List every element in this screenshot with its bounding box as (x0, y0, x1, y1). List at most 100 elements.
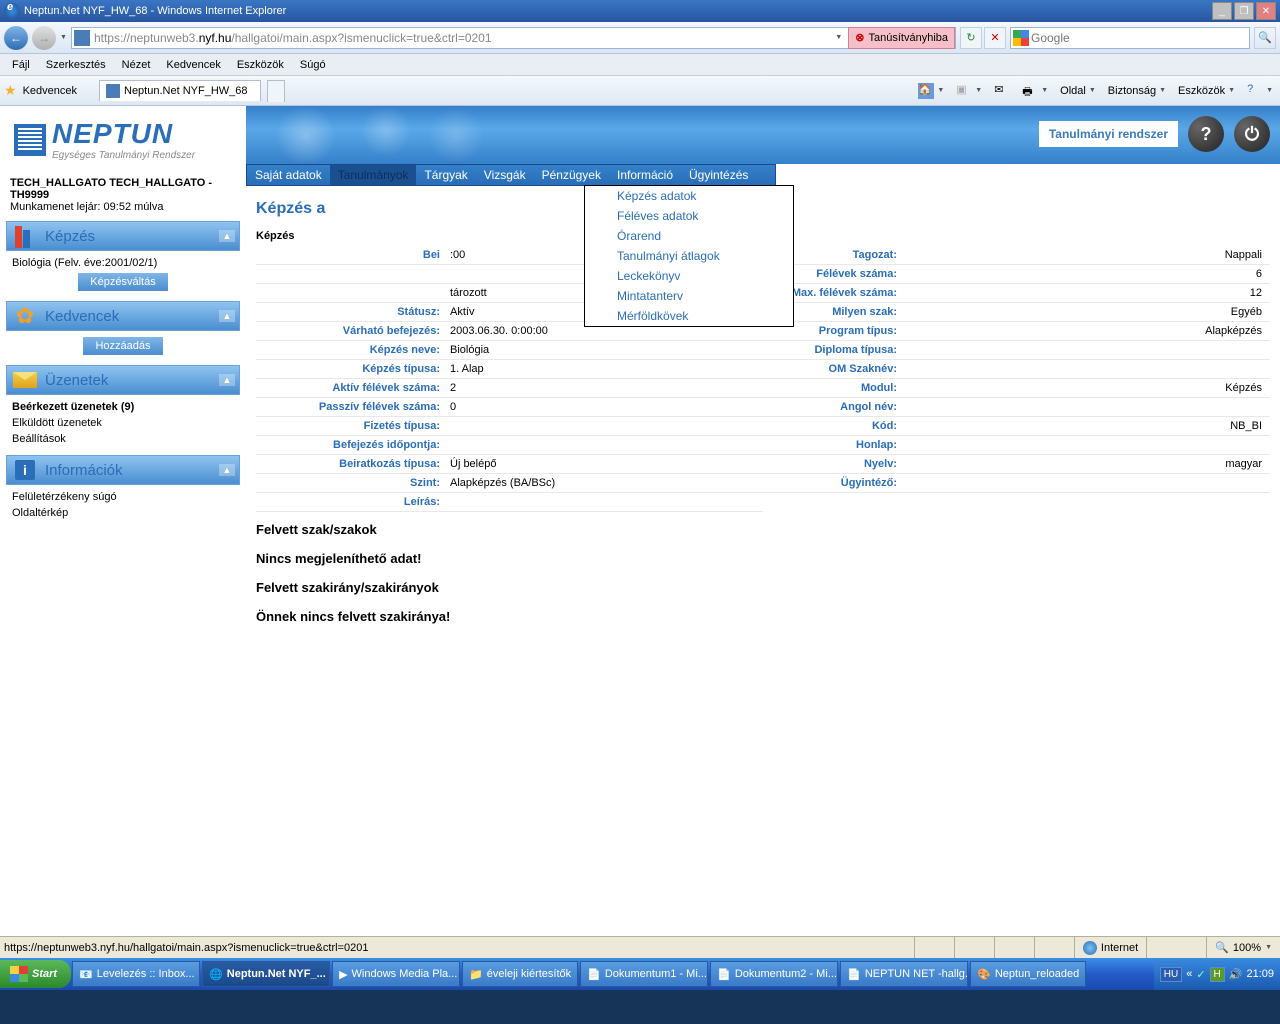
task-doc2[interactable]: 📄Dokumentum2 - Mi... (710, 961, 838, 987)
task-neptun[interactable]: 🌐Neptun.Net NYF_... (202, 961, 330, 987)
forward-button[interactable]: → (32, 26, 56, 50)
favorites-icon: ✿ (16, 303, 34, 329)
menu-tools[interactable]: Eszközök (229, 57, 292, 73)
favicon-icon (74, 30, 90, 46)
field-label: OM Szaknév: (763, 363, 903, 375)
protected-mode[interactable] (1146, 937, 1206, 958)
home-button[interactable]: 🏠▼ (915, 83, 947, 99)
field-value: Képzés (903, 382, 1270, 394)
section-specializations: Felvett szakirány/szakirányok (246, 570, 1280, 599)
nav-history-dropdown[interactable]: ▼ (60, 34, 67, 41)
info-title: Információk (45, 462, 219, 479)
feeds-button[interactable]: ▣▼ (953, 83, 985, 99)
menu-exams[interactable]: Vizsgák (476, 165, 534, 185)
field-label: Passzív félévek száma: (256, 401, 446, 413)
field-label: Honlap: (763, 439, 903, 451)
dd-schedule[interactable]: Órarend (585, 226, 793, 246)
dd-semester-data[interactable]: Féléves adatok (585, 206, 793, 226)
minimize-button[interactable]: _ (1212, 2, 1232, 20)
data-row: Kód:NB_BI (763, 417, 1270, 436)
cert-error-icon: ⊗ (855, 31, 864, 44)
search-box[interactable] (1010, 27, 1250, 49)
url-dropdown-icon[interactable]: ▼ (831, 34, 846, 41)
switch-training-button[interactable]: Képzésváltás (78, 273, 167, 291)
start-label: Start (32, 968, 57, 980)
menu-subjects[interactable]: Tárgyak (416, 165, 475, 185)
system-tray[interactable]: HU « ✓ H 🔊 21:09 (1154, 958, 1280, 990)
sent-link[interactable]: Elküldött üzenetek (12, 415, 234, 431)
clock[interactable]: 21:09 (1246, 968, 1274, 980)
menu-finances[interactable]: Pénzügyek (534, 165, 609, 185)
task-wmp[interactable]: ▶Windows Media Pla... (332, 961, 460, 987)
collapse-icon[interactable]: ▲ (219, 464, 235, 476)
brand-subtitle: Egységes Tanulmányi Rendszer (52, 150, 195, 161)
cert-error-button[interactable]: ⊗ Tanúsítványhiba (848, 27, 955, 49)
menu-view[interactable]: Nézet (114, 57, 159, 73)
task-outlook[interactable]: 📧Levelezés :: Inbox... (72, 961, 200, 987)
search-input[interactable] (1031, 31, 1249, 45)
dd-gradebook[interactable]: Leckekönyv (585, 266, 793, 286)
context-help-link[interactable]: Felületérzékeny súgó (12, 489, 234, 505)
print-button[interactable]: 🖶▼ (1019, 83, 1051, 99)
refresh-button[interactable]: ↻ (960, 27, 982, 49)
field-label: Leírás: (256, 496, 446, 508)
app-icon: 📁 (469, 968, 483, 981)
ie-icon (4, 3, 20, 19)
collapse-icon[interactable]: ▲ (219, 374, 235, 386)
safety-menu[interactable]: Biztonság▼ (1105, 85, 1169, 97)
mail-button[interactable]: ✉ (991, 83, 1013, 99)
address-bar[interactable]: https://neptunweb3.nyf.hu/hallgatoi/main… (71, 27, 956, 49)
data-row: Program típus:Alapképzés (763, 322, 1270, 341)
back-button[interactable]: ← (4, 26, 28, 50)
task-paint[interactable]: 🎨Neptun_reloaded (970, 961, 1086, 987)
maximize-button[interactable]: ❐ (1234, 2, 1254, 20)
tray-icon[interactable]: ✓ (1196, 968, 1205, 981)
task-doc3[interactable]: 📄NEPTUN NET -hallg... (840, 961, 968, 987)
print-icon: 🖶 (1022, 83, 1038, 99)
close-button[interactable]: ✕ (1256, 2, 1276, 20)
mail-icon: ✉ (994, 83, 1010, 99)
language-indicator[interactable]: HU (1160, 967, 1182, 982)
menu-studies[interactable]: Tanulmányok (330, 165, 417, 185)
favorites-star-icon[interactable]: ★ (4, 82, 17, 99)
stop-button[interactable]: ✕ (984, 27, 1006, 49)
menu-help[interactable]: Súgó (292, 57, 334, 73)
field-value: Alapképzés (BA/BSc) (446, 477, 763, 489)
menu-information[interactable]: Információ (609, 165, 681, 185)
dd-curriculum[interactable]: Mintatanterv (585, 286, 793, 306)
help-button[interactable]: ?▼ (1244, 83, 1276, 99)
field-value: Új belépő (446, 458, 763, 470)
task-folder[interactable]: 📁éveleji kiértesítők (462, 961, 578, 987)
logout-button[interactable]: ⏻ (1234, 116, 1270, 152)
menu-file[interactable]: Fájl (4, 57, 38, 73)
search-go-button[interactable]: 🔍 (1254, 27, 1276, 49)
page-menu[interactable]: Oldal▼ (1057, 85, 1099, 97)
settings-link[interactable]: Beállítások (12, 431, 234, 447)
help-round-button[interactable]: ? (1188, 116, 1224, 152)
menu-own-data[interactable]: Saját adatok (247, 165, 330, 185)
collapse-icon[interactable]: ▲ (219, 310, 235, 322)
tray-icon[interactable]: « (1186, 968, 1192, 980)
menu-administration[interactable]: Ügyintézés (681, 165, 756, 185)
inbox-link[interactable]: Beérkezett üzenetek (9) (12, 399, 234, 415)
menu-edit[interactable]: Szerkesztés (38, 57, 114, 73)
dd-milestones[interactable]: Mérföldkövek (585, 306, 793, 326)
task-doc1[interactable]: 📄Dokumentum1 - Mi... (580, 961, 708, 987)
user-info: TECH_HALLGATO TECH_HALLGATO - TH9999 Mun… (0, 173, 246, 217)
tools-menu[interactable]: Eszközök▼ (1175, 85, 1238, 97)
tray-icon[interactable]: 🔊 (1229, 968, 1243, 981)
dd-training-data[interactable]: Képzés adatok (585, 186, 793, 206)
new-tab-button[interactable] (267, 80, 285, 102)
add-favorite-button[interactable]: Hozzáadás (83, 337, 162, 355)
start-button[interactable]: Start (0, 960, 71, 988)
collapse-icon[interactable]: ▲ (219, 230, 235, 242)
security-zone[interactable]: Internet (1074, 937, 1146, 958)
field-value: NB_BI (903, 420, 1270, 432)
favorites-label[interactable]: Kedvencek (23, 85, 77, 97)
browser-tab[interactable]: Neptun.Net NYF_HW_68 (99, 80, 261, 101)
sitemap-link[interactable]: Oldaltérkép (12, 505, 234, 521)
dd-averages[interactable]: Tanulmányi átlagok (585, 246, 793, 266)
zoom-control[interactable]: 🔍100%▼ (1206, 937, 1280, 958)
tray-icon[interactable]: H (1210, 967, 1225, 982)
menu-favorites[interactable]: Kedvencek (158, 57, 228, 73)
